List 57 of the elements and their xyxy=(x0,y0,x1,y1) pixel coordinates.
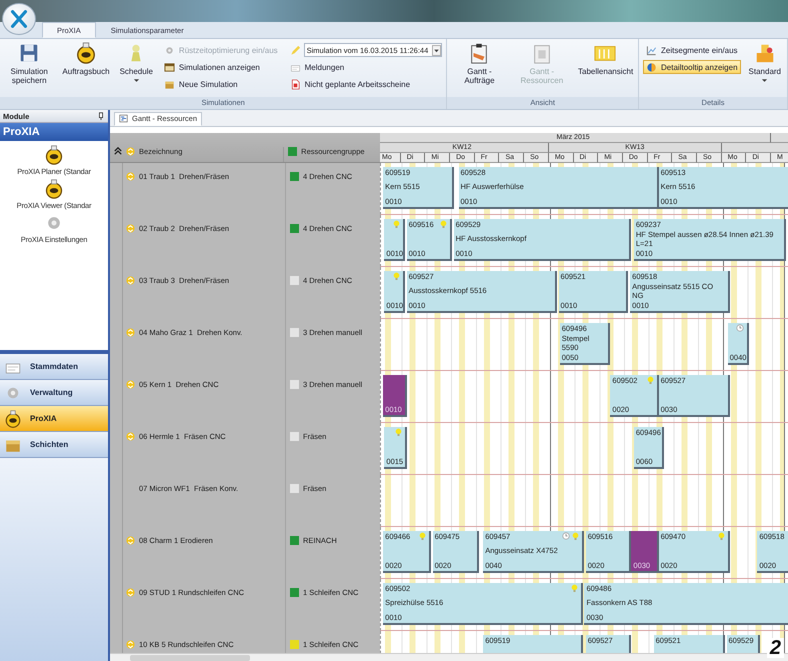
light-bulb-icon xyxy=(718,532,726,541)
light-bulb-icon xyxy=(440,220,448,229)
clock-icon xyxy=(562,532,570,540)
ball-icon xyxy=(44,145,64,165)
light-bulb-icon xyxy=(394,428,402,437)
light-bulb-icon xyxy=(419,532,426,541)
section-header: ProXIA xyxy=(0,123,108,141)
ribbon-menu-item[interactable]: Meldungen xyxy=(286,60,442,74)
document-icon xyxy=(290,78,301,90)
ball-icon xyxy=(74,42,97,64)
ribbon-menu-item[interactable]: Zeitsegmente ein/aus xyxy=(643,43,741,57)
expand-icon[interactable] xyxy=(126,328,135,337)
ribbon-menu-item[interactable]: Neue Simulation xyxy=(160,77,281,91)
light-bulb-icon xyxy=(393,220,400,229)
expand-icon[interactable] xyxy=(126,224,135,233)
navigation-button[interactable]: Verwaltung xyxy=(0,380,108,406)
horizontal-scrollbar[interactable] xyxy=(110,653,788,661)
ribbon-button[interactable]: Auftragsbuch xyxy=(60,42,112,76)
collapse-all-icon[interactable] xyxy=(114,147,122,156)
expand-icon[interactable] xyxy=(126,276,135,285)
expand-icon[interactable] xyxy=(126,146,135,156)
expand-icon[interactable] xyxy=(126,380,135,389)
navigation-button[interactable]: Schichten xyxy=(0,432,108,458)
pencil-icon xyxy=(290,44,301,56)
ribbon-button[interactable]: Schedule xyxy=(118,42,155,83)
ribbon-menu-item[interactable]: Simulationen anzeigen xyxy=(160,60,281,74)
pin-icon[interactable] xyxy=(97,112,105,120)
ribbon-button[interactable]: Standard xyxy=(746,42,783,83)
navigation-button[interactable]: ProXIA xyxy=(0,406,108,432)
window-icon xyxy=(164,62,175,72)
ribbon-button[interactable]: Simulation speichern xyxy=(4,42,54,85)
ribbon-button[interactable]: Tabellenansicht xyxy=(576,42,634,76)
caret-icon xyxy=(761,78,768,83)
x-logo-icon xyxy=(8,8,30,30)
light-bulb-icon xyxy=(393,272,400,281)
group-icon xyxy=(288,146,298,156)
clock-icon xyxy=(736,324,744,332)
chart-icon xyxy=(646,44,658,56)
light-bulb-icon xyxy=(571,584,578,593)
expand-icon[interactable] xyxy=(126,640,135,649)
tool-icon xyxy=(164,44,175,56)
ribbon-button[interactable]: Gantt - Aufträge xyxy=(451,42,508,85)
navigation-button[interactable]: Stammdaten xyxy=(0,354,108,380)
expand-icon[interactable] xyxy=(126,432,135,441)
ribbon-menu-item[interactable]: Detailtooltip anzeigen xyxy=(643,60,741,74)
expand-icon[interactable] xyxy=(126,588,135,597)
expand-icon[interactable] xyxy=(126,172,135,181)
ball-icon xyxy=(44,179,64,199)
light-bulb-icon xyxy=(572,532,580,541)
expand-icon[interactable] xyxy=(126,536,135,545)
caret-icon xyxy=(132,78,140,83)
globe-icon xyxy=(646,62,658,72)
chart-icon xyxy=(119,114,128,124)
ball-icon xyxy=(4,410,22,428)
figure-number: 2 xyxy=(766,638,784,658)
light-bulb-icon xyxy=(646,376,654,385)
ribbon-menu-item[interactable]: Nicht geplante Arbeitsscheine xyxy=(286,77,442,91)
